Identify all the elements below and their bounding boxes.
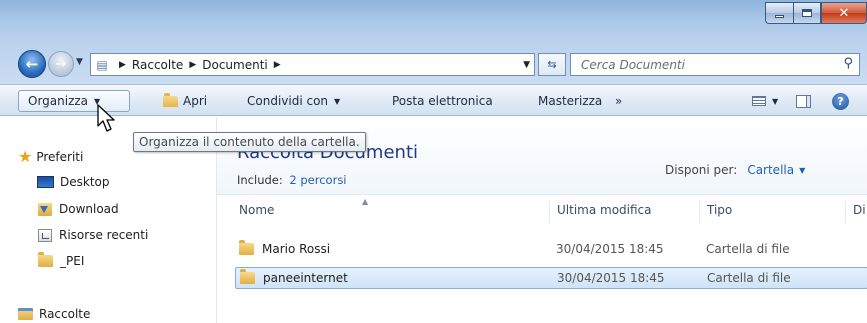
arrange-by: Disponi per: Cartella ▼ — [665, 163, 805, 177]
download-folder-icon — [38, 202, 52, 216]
folder-icon — [38, 252, 53, 267]
minimize-icon — [775, 15, 784, 18]
column-header-size[interactable]: Di — [853, 203, 866, 217]
nav-item-recent[interactable]: Risorse recenti — [38, 228, 148, 242]
library-include: Include: 2 percorsi — [237, 173, 347, 187]
window-controls: ✕ — [765, 0, 867, 30]
recent-places-icon — [38, 228, 52, 242]
file-modified: 30/04/2015 18:45 — [557, 271, 665, 285]
breadcrumb-separator-icon[interactable]: ▶ — [274, 60, 281, 70]
chevron-down-icon[interactable]: ▼ — [799, 166, 805, 175]
maximize-icon — [802, 9, 812, 17]
back-button[interactable]: ← — [18, 50, 46, 78]
libraries-icon — [18, 308, 33, 320]
chevron-down-icon: ▼ — [772, 96, 779, 106]
email-label: Posta elettronica — [392, 94, 493, 108]
maximize-button[interactable] — [793, 2, 821, 24]
mouse-pointer-icon — [97, 104, 115, 132]
nav-item-desktop[interactable]: Desktop — [37, 175, 110, 189]
preview-pane-icon — [796, 94, 811, 108]
more-commands-button[interactable]: » — [615, 90, 622, 112]
preview-pane-button[interactable] — [796, 90, 811, 112]
desktop-icon — [37, 176, 54, 188]
nav-item-label: _PEI — [60, 254, 85, 268]
refresh-button[interactable]: ⇆ — [538, 53, 566, 76]
open-button[interactable]: Apri — [163, 90, 207, 112]
star-icon: ★ — [18, 147, 33, 166]
open-label: Apri — [183, 94, 208, 108]
nav-favorites[interactable]: ★ Preferiti — [18, 147, 83, 166]
column-divider[interactable] — [845, 201, 846, 223]
recent-pages-dropdown[interactable]: ▼ — [76, 57, 83, 67]
organize-label: Organizza — [28, 94, 89, 108]
search-box[interactable]: ⚲ — [570, 53, 860, 76]
breadcrumb-separator-icon[interactable]: ▶ — [119, 60, 126, 70]
breadcrumb-documenti[interactable]: Documenti — [202, 58, 268, 72]
nav-item-label: Download — [59, 202, 119, 216]
folder-open-icon — [163, 92, 178, 107]
include-label: Include: — [237, 173, 283, 187]
library-header: Raccolta Documenti Include: 2 percorsi D… — [217, 117, 867, 195]
forward-button[interactable]: → — [48, 51, 74, 77]
address-bar[interactable]: ▤ ▶ Raccolte ▶ Documenti ▶ ▼ — [90, 53, 535, 76]
close-icon: ✕ — [838, 5, 850, 21]
sort-ascending-icon: ▲ — [362, 197, 369, 206]
column-divider[interactable] — [549, 201, 550, 223]
view-list-icon — [752, 96, 766, 106]
include-locations-link[interactable]: 2 percorsi — [289, 173, 346, 187]
email-button[interactable]: Posta elettronica — [392, 90, 493, 112]
help-button[interactable]: ? — [832, 90, 849, 112]
arrow-left-icon: ← — [25, 55, 39, 73]
column-header-type[interactable]: Tipo — [707, 203, 732, 217]
search-icon[interactable]: ⚲ — [843, 56, 853, 71]
close-button[interactable]: ✕ — [821, 2, 867, 24]
share-label: Condividi con — [247, 94, 329, 108]
share-with-button[interactable]: Condividi con ▼ — [247, 90, 340, 112]
arrange-label: Disponi per: — [665, 163, 738, 177]
change-view-button[interactable]: ▼ — [752, 90, 778, 112]
nav-item-download[interactable]: Download — [38, 202, 119, 216]
nav-libraries-label: Raccolte — [39, 307, 91, 321]
arrange-by-dropdown[interactable]: Cartella — [747, 163, 794, 177]
folder-icon — [239, 240, 254, 255]
arrow-right-icon: → — [55, 56, 67, 72]
file-row-selected[interactable]: paneeinternet 30/04/2015 18:45 Cartella … — [235, 267, 867, 289]
refresh-icon: ⇆ — [547, 58, 557, 71]
folder-icon — [240, 269, 255, 284]
file-type: Cartella di file — [706, 242, 790, 256]
more-label: » — [615, 94, 623, 108]
library-icon: ▤ — [96, 57, 108, 72]
nav-libraries[interactable]: Raccolte — [18, 307, 90, 321]
file-row[interactable]: Mario Rossi 30/04/2015 18:45 Cartella di… — [235, 238, 867, 260]
breadcrumb-raccolte[interactable]: Raccolte — [132, 58, 183, 72]
column-header-name[interactable]: Nome — [239, 203, 274, 217]
command-toolbar: Organizza ▼ Apri Condividi con ▼ Posta e… — [0, 84, 867, 116]
nav-favorites-label: Preferiti — [36, 149, 84, 164]
address-dropdown-icon[interactable]: ▼ — [523, 60, 530, 70]
burn-label: Masterizza — [538, 94, 603, 108]
breadcrumb-separator-icon[interactable]: ▶ — [189, 60, 196, 70]
column-divider[interactable] — [699, 201, 700, 223]
file-name: paneeinternet — [263, 271, 348, 285]
column-header-modified[interactable]: Ultima modifica — [557, 203, 652, 217]
help-icon: ? — [832, 92, 849, 110]
organize-tooltip: Organizza il contenuto della cartella. — [133, 132, 366, 152]
window-title-bar: ✕ — [0, 0, 867, 44]
nav-item-label: Desktop — [60, 175, 110, 189]
search-input[interactable] — [581, 57, 821, 72]
file-name: Mario Rossi — [262, 242, 331, 256]
nav-item-label: Risorse recenti — [59, 228, 149, 242]
minimize-button[interactable] — [765, 2, 793, 24]
navigation-bar: ← → ▼ ▤ ▶ Raccolte ▶ Documenti ▶ ▼ ⇆ ⚲ — [0, 44, 867, 84]
burn-button[interactable]: Masterizza — [538, 90, 602, 112]
file-type: Cartella di file — [707, 271, 791, 285]
nav-item-pei[interactable]: _PEI — [38, 252, 85, 268]
chevron-down-icon: ▼ — [334, 96, 341, 106]
file-modified: 30/04/2015 18:45 — [556, 242, 664, 256]
